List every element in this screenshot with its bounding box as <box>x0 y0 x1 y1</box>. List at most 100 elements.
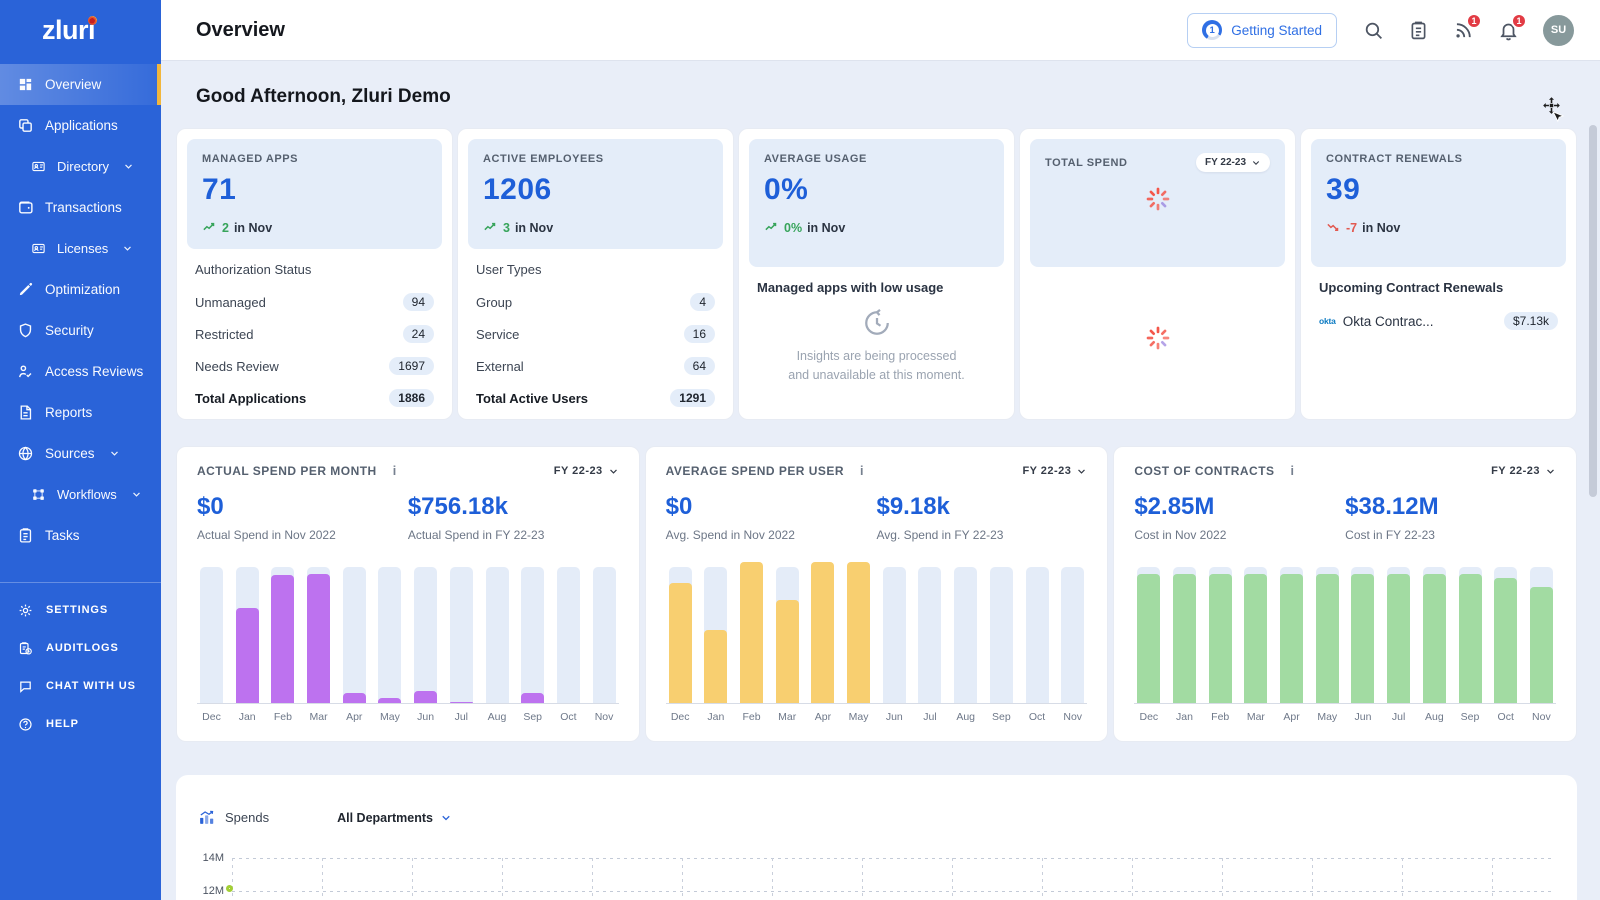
info-icon[interactable]: i <box>860 464 864 478</box>
delta-value: 0% <box>784 221 802 235</box>
renewal-row-okta[interactable]: okta Okta Contrac... $7.13k <box>1319 304 1558 338</box>
stat-fiscal-year: $38.12M Cost in FY 22-23 <box>1345 493 1556 542</box>
gridline <box>412 858 413 900</box>
row-value: 24 <box>403 325 434 343</box>
period-dropdown[interactable]: FY 22-23 <box>1491 465 1556 477</box>
gridline <box>232 858 233 900</box>
zluri-logo[interactable]: zlurı <box>0 0 161 64</box>
sidebar-item-settings[interactable]: SETTINGS <box>0 591 161 629</box>
month-label: Sep <box>990 711 1013 723</box>
month-label: Jul <box>1387 711 1410 723</box>
departments-dropdown[interactable]: All Departments <box>337 811 452 825</box>
sidebar-item-tasks[interactable]: Tasks <box>0 515 161 556</box>
id-card-icon <box>31 241 46 256</box>
sidebar-item-chat-with-us[interactable]: CHAT WITH US <box>0 667 161 705</box>
search-icon[interactable] <box>1363 20 1384 41</box>
info-icon[interactable]: i <box>1290 464 1294 478</box>
sidebar-item-optimization[interactable]: Optimization <box>0 269 161 310</box>
total-active-users-row: Total Active Users 1291 <box>476 382 715 414</box>
sidebar-item-applications[interactable]: Applications <box>0 105 161 146</box>
period-dropdown[interactable]: FY 22-23 <box>1022 465 1087 477</box>
sidebar-item-overview[interactable]: Overview <box>0 64 161 105</box>
managed-apps-value: 71 <box>202 173 427 207</box>
period-dropdown[interactable]: FY 22-23 <box>554 465 619 477</box>
overview-content: Good Afternoon, Zluri Demo MANAGED APPS … <box>161 60 1600 900</box>
card-title: ACTIVE EMPLOYEES <box>483 153 708 165</box>
list-row-service: Service16 <box>476 318 715 350</box>
sidebar-item-reports[interactable]: Reports <box>0 392 161 433</box>
month-label: Sep <box>521 711 544 723</box>
total-spend-loading-zone <box>1030 267 1285 409</box>
total-spend-period-dropdown[interactable]: FY 22-23 <box>1196 153 1270 172</box>
topbar: Overview 1 Getting Started 1 1 SU <box>161 0 1600 60</box>
sidebar-item-label: Optimization <box>45 282 120 297</box>
sidebar-item-auditlogs[interactable]: AUDITLOGS <box>0 629 161 667</box>
list-row-external: External64 <box>476 350 715 382</box>
bar-apr <box>343 567 366 703</box>
gridline <box>862 858 863 900</box>
sidebar-item-directory[interactable]: Directory <box>0 146 161 187</box>
month-label: Mar <box>776 711 799 723</box>
month-label: Dec <box>669 711 692 723</box>
gridline <box>232 858 1553 859</box>
sidebar-item-label: Applications <box>45 118 118 133</box>
pen-icon <box>17 281 34 298</box>
gridline <box>1312 858 1313 900</box>
card-title: MANAGED APPS <box>202 153 427 165</box>
active-employees-hero: ACTIVE EMPLOYEES 1206 3 in Nov <box>468 139 723 249</box>
getting-started-button[interactable]: 1 Getting Started <box>1187 13 1337 48</box>
gridline <box>952 858 953 900</box>
delta-period: in Nov <box>515 221 553 235</box>
user-types-list: User Types Group4Service16External64 Tot… <box>468 249 723 416</box>
month-label: Jan <box>1173 711 1196 723</box>
upcoming-renewals-list: Upcoming Contract Renewals okta Okta Con… <box>1311 267 1566 409</box>
page-title: Overview <box>196 19 285 42</box>
month-label: Jul <box>450 711 473 723</box>
vertical-scrollbar[interactable] <box>1589 125 1597 497</box>
managed-apps-hero: MANAGED APPS 71 2 in Nov <box>187 139 442 249</box>
sidebar-item-sources[interactable]: Sources <box>0 433 161 474</box>
month-label: Nov <box>593 711 616 723</box>
pointer-cursor-icon <box>1550 110 1565 125</box>
bar-nov <box>1061 567 1084 703</box>
y-axis-label: 14M <box>184 852 224 864</box>
sidebar-item-licenses[interactable]: Licenses <box>0 228 161 269</box>
trend-up-icon <box>202 220 217 235</box>
bar-nov <box>1530 567 1553 703</box>
contract-renewals-value: 39 <box>1326 173 1551 207</box>
chart-title: ACTUAL SPEND PER MONTH <box>197 464 377 478</box>
renewal-amount: $7.13k <box>1504 312 1558 330</box>
average-usage-delta: 0% in Nov <box>764 220 989 235</box>
sidebar-item-security[interactable]: Security <box>0 310 161 351</box>
spends-data-point[interactable] <box>226 885 233 892</box>
contract-renewals-card: CONTRACT RENEWALS 39 -7 in Nov Upcoming … <box>1300 128 1577 420</box>
notifications-bell-icon[interactable]: 1 <box>1498 20 1519 41</box>
month-label: Aug <box>486 711 509 723</box>
row-value: 1697 <box>389 357 434 375</box>
row-value: 1886 <box>389 389 434 407</box>
feed-badge: 1 <box>1466 13 1482 29</box>
cost-of-contracts-card: COST OF CONTRACTS i FY 22-23 $2.85M Cost… <box>1113 446 1577 742</box>
card-title: CONTRACT RENEWALS <box>1326 153 1551 165</box>
average-usage-value: 0% <box>764 173 989 207</box>
sidebar-item-help[interactable]: HELP <box>0 705 161 743</box>
sidebar-item-access-reviews[interactable]: Access Reviews <box>0 351 161 392</box>
info-icon[interactable]: i <box>393 464 397 478</box>
user-avatar[interactable]: SU <box>1543 15 1574 46</box>
chevron-down-icon <box>131 489 142 500</box>
clipboard-icon[interactable] <box>1408 20 1429 41</box>
card-title: AVERAGE USAGE <box>764 153 989 165</box>
bar-mar <box>307 567 330 703</box>
whats-new-feed-icon[interactable]: 1 <box>1453 20 1474 41</box>
stat-value: $0 <box>197 493 408 521</box>
stat-label: Avg. Spend in Nov 2022 <box>666 528 877 542</box>
sidebar-item-workflows[interactable]: Workflows <box>0 474 161 515</box>
departments-value: All Departments <box>337 811 433 825</box>
spends-trend-card: Spends All Departments 14M 12M <box>176 775 1577 900</box>
chart-title: AVERAGE SPEND PER USER <box>666 464 844 478</box>
sidebar-item-label: SETTINGS <box>46 604 108 616</box>
average-spend-per-user-card: AVERAGE SPEND PER USER i FY 22-23 $0 Avg… <box>645 446 1109 742</box>
bar-mar <box>1244 567 1267 703</box>
sidebar-item-transactions[interactable]: Transactions <box>0 187 161 228</box>
gridline <box>1402 858 1403 900</box>
